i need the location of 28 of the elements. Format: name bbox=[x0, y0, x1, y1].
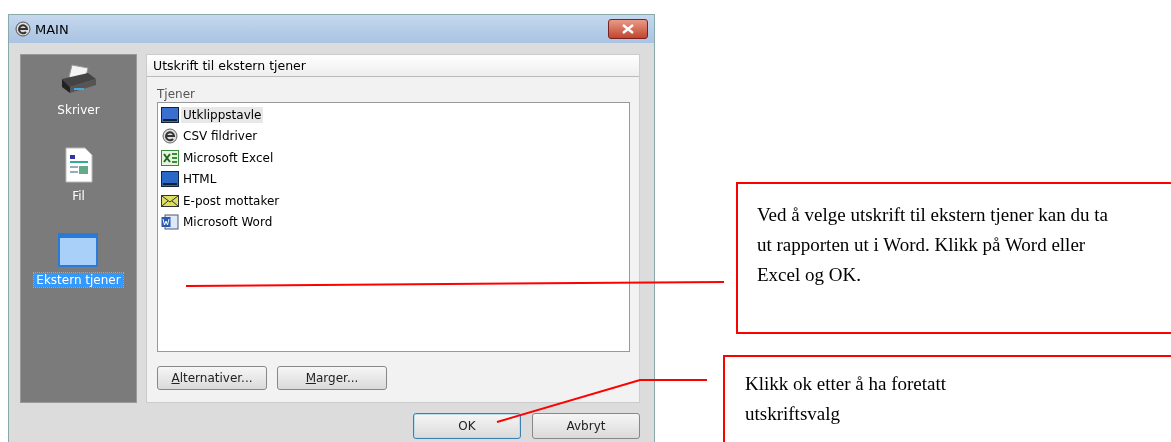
sidebar-item[interactable]: Skriver bbox=[55, 103, 102, 117]
annotation-text: Klikk ok etter å ha foretatt utskriftsvalg bbox=[745, 372, 947, 426]
spreadsheet-icon bbox=[161, 149, 179, 166]
annotation-text: Ved å velge utskrift til ekstern tjener kan du ta ut rapporten ut i Word. Klikk på Word eller Excel og OK. bbox=[757, 203, 1109, 287]
document-icon bbox=[161, 214, 179, 231]
list-label: Tjener bbox=[157, 87, 196, 101]
window-title: MAIN bbox=[35, 21, 70, 37]
app-logo-icon bbox=[161, 128, 179, 145]
close-button[interactable] bbox=[608, 19, 648, 39]
server-item[interactable]: HTML bbox=[181, 171, 219, 188]
panel-button[interactable]: Marger... bbox=[277, 366, 387, 390]
dialog-button[interactable]: Avbryt bbox=[532, 413, 640, 439]
panel-header: Utskrift til ekstern tjener bbox=[147, 55, 639, 77]
close-icon bbox=[622, 24, 634, 34]
panel-button[interactable]: Alternativer... bbox=[157, 366, 267, 390]
dialog-button[interactable]: OK bbox=[413, 413, 521, 439]
server-item[interactable]: Microsoft Excel bbox=[181, 149, 276, 166]
screen-icon bbox=[161, 171, 179, 188]
server-item[interactable]: CSV fildriver bbox=[181, 128, 260, 145]
screen-icon bbox=[161, 106, 179, 123]
server-item[interactable]: E-post mottaker bbox=[181, 192, 282, 209]
app-logo-icon bbox=[15, 21, 31, 37]
server-item[interactable]: Microsoft Word bbox=[181, 214, 275, 231]
window-icon bbox=[58, 233, 99, 267]
document-icon bbox=[64, 147, 93, 183]
server-item[interactable]: Utklippstavle bbox=[181, 106, 264, 123]
envelope-icon bbox=[161, 192, 179, 209]
sidebar-item[interactable]: Fil bbox=[70, 189, 87, 203]
